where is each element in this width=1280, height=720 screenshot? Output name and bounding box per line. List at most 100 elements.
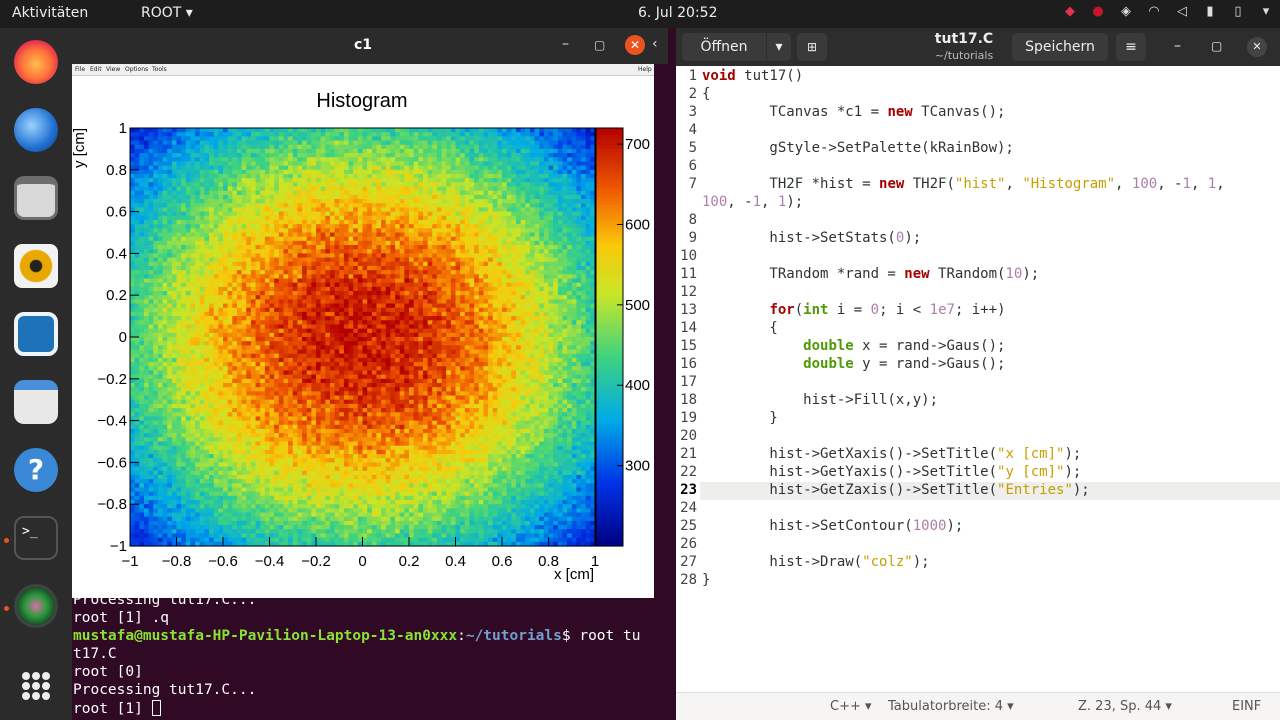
heatmap-cell [297, 236, 303, 242]
menu-options[interactable]: Options [125, 66, 148, 73]
heatmap-cell [320, 161, 326, 167]
heatmap-cell [227, 224, 233, 229]
heatmap-cell [441, 182, 447, 188]
maximize-icon[interactable]: ▢ [594, 38, 605, 52]
heatmap-cell [464, 157, 471, 163]
window-titlebar[interactable]: c1 – ▢ ✕ ‹ [72, 28, 668, 64]
heatmap-cell [195, 161, 201, 167]
heatmap-cell [134, 199, 140, 204]
heatmap-cell [427, 303, 433, 309]
show-apps-icon[interactable] [14, 664, 58, 708]
heatmap-cell [292, 278, 298, 284]
heatmap-cell [320, 303, 326, 309]
heatmap-cell [390, 224, 396, 229]
heatmap-cell [520, 278, 526, 284]
heatmap-cell [134, 182, 140, 188]
app-indicator-icon[interactable]: ◆ [1056, 4, 1084, 24]
heatmap-cell [255, 320, 261, 326]
heatmap-cell [371, 274, 378, 280]
terminal-input-line[interactable]: root [1] [73, 700, 161, 717]
heatmap-cell [157, 169, 164, 175]
dropbox-icon[interactable]: ◈ [1112, 4, 1140, 24]
heatmap-cell [492, 307, 498, 313]
heatmap-cell [511, 324, 517, 330]
menu-tools[interactable]: Tools [152, 66, 167, 73]
heatmap-cell [236, 169, 243, 175]
heatmap-cell [278, 295, 285, 300]
heatmap-cell [195, 186, 201, 192]
heatmap-cell [362, 215, 368, 221]
volume-icon[interactable]: ◁ [1168, 4, 1196, 24]
heatmap-cell [148, 157, 154, 163]
heatmap-cell [204, 274, 210, 280]
heatmap-cell [478, 249, 484, 254]
heatmap-cell [130, 232, 136, 238]
menu-file[interactable]: File [75, 66, 85, 73]
thunderbird-icon[interactable] [14, 108, 58, 152]
app-menu[interactable]: ROOT ▾ [141, 5, 193, 21]
menu-edit[interactable]: Edit [90, 66, 102, 73]
heatmap-cell [255, 132, 261, 137]
close-icon[interactable]: ✕ [625, 35, 645, 55]
heatmap-cell [567, 148, 573, 154]
heatmap-cell [539, 144, 545, 150]
heatmap-cell [218, 148, 224, 154]
heatmap-cell [353, 128, 359, 133]
heatmap-cell [157, 144, 164, 150]
terminal-icon[interactable]: >_ [14, 516, 58, 560]
system-tray[interactable]: ◆ ● ◈ ◠ ◁ ▮ ▯ ▾ [1056, 4, 1280, 24]
heatmap-cell [464, 148, 471, 154]
heatmap-cell [199, 332, 205, 338]
heatmap-cell [381, 311, 387, 317]
heatmap-cell [450, 148, 457, 154]
heatmap-cell [190, 236, 196, 242]
heatmap-cell [278, 291, 285, 296]
heatmap-cell [269, 157, 275, 163]
heatmap-cell [464, 299, 471, 305]
heatmap-cell [199, 253, 205, 259]
wifi-icon[interactable]: ◠ [1140, 4, 1168, 24]
heatmap-cell [204, 295, 210, 300]
heatmap-cell [529, 228, 536, 234]
software-center-icon[interactable] [14, 380, 58, 424]
record-icon[interactable]: ● [1084, 4, 1112, 24]
heatmap-cell [223, 274, 229, 280]
menu-view[interactable]: View [106, 66, 120, 73]
heatmap-cell [134, 153, 140, 158]
heatmap-cell [343, 207, 350, 213]
help-icon[interactable]: ? [14, 448, 58, 492]
heatmap-cell [543, 261, 550, 267]
heatmap-cell [283, 186, 289, 192]
minimize-icon[interactable]: – [562, 36, 569, 52]
clock[interactable]: 6. Jul 20:52 [638, 5, 718, 21]
heatmap-cell [395, 128, 401, 133]
heatmap-cell [418, 224, 424, 229]
heatmap-cell [436, 307, 443, 313]
canvas-area[interactable]: Histogram x [cm] y [cm] −1 −0.8 −0.6 −0.4 −0… [72, 76, 654, 598]
heatmap-cell [213, 257, 219, 263]
heatmap-cell [297, 199, 303, 204]
heatmap-cell [450, 257, 457, 263]
heatmap-cell [548, 182, 554, 188]
microphone-icon[interactable]: ▮ [1196, 4, 1224, 24]
files-icon[interactable] [14, 176, 58, 220]
firefox-icon[interactable] [14, 40, 58, 84]
heatmap-cell [543, 299, 550, 305]
battery-icon[interactable]: ▯ [1224, 4, 1252, 24]
heatmap-cell [246, 324, 252, 330]
heatmap-cell [148, 186, 154, 192]
menu-help[interactable]: Help [638, 66, 652, 73]
heatmap-cell [576, 320, 582, 326]
writer-icon[interactable] [14, 312, 58, 356]
heatmap-cell [483, 190, 489, 196]
webcam-icon[interactable] [14, 584, 58, 628]
activities-button[interactable]: Aktivitäten [12, 5, 88, 21]
heatmap-cell [148, 261, 154, 267]
heatmap-cell [302, 257, 308, 263]
root-canvas-window[interactable]: c1 – ▢ ✕ ‹ File Edit View Options Tools … [72, 28, 668, 598]
power-menu-icon[interactable]: ▾ [1252, 4, 1280, 24]
heatmap-cell [171, 249, 178, 254]
heatmap-cell [455, 307, 461, 313]
heatmap-cell [246, 286, 252, 292]
rhythmbox-icon[interactable] [14, 244, 58, 288]
